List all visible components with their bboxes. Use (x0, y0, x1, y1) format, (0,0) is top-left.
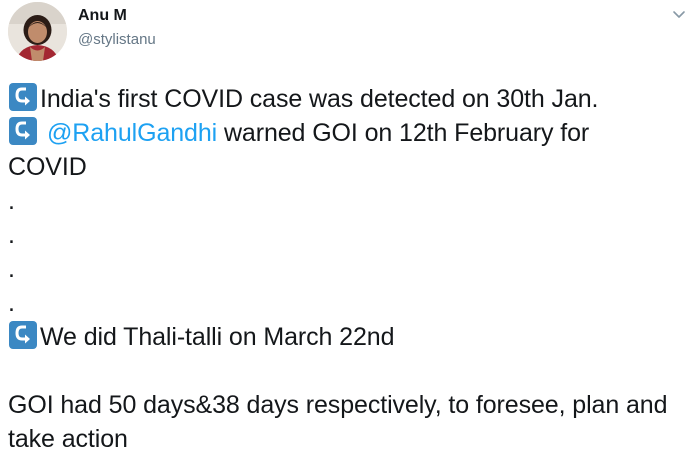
author-avatar[interactable] (8, 2, 67, 61)
tweet-line-conclusion: GOI had 50 days&38 days respectively, to… (8, 391, 668, 453)
tweet-dot: . (8, 255, 15, 283)
tweet-line-warning: @RahulGandhi warned GOI on 12th February… (8, 116, 688, 150)
tweet-dot: . (8, 289, 15, 317)
leftwards-arrow-with-hook-icon (8, 320, 38, 350)
tweet-line-warning-continuation: COVID (8, 153, 87, 181)
chevron-down-icon[interactable] (672, 8, 686, 20)
author-handle[interactable]: @stylistanu (78, 30, 156, 50)
mention-link[interactable]: @RahulGandhi (47, 119, 217, 147)
tweet-line-thali: We did Thali-talli on March 22nd (8, 320, 688, 354)
tweet-line-thali-text: We did Thali-talli on March 22nd (40, 323, 395, 351)
tweet-line-warning-text: warned GOI on 12th February for (217, 119, 590, 147)
tweet-text: India's first COVID case was detected on… (8, 82, 688, 456)
tweet-line-first-case: India's first COVID case was detected on… (8, 82, 688, 116)
leftwards-arrow-with-hook-icon (8, 116, 38, 146)
tweet-card: Anu M @stylistanu India's first COVID ca… (0, 0, 694, 475)
tweet-dot: . (8, 221, 15, 249)
tweet-dot: . (8, 187, 15, 215)
leftwards-arrow-with-hook-icon (8, 82, 38, 112)
author-display-name[interactable]: Anu M (78, 6, 127, 26)
tweet-line-first-case-text: India's first COVID case was detected on… (40, 85, 599, 113)
